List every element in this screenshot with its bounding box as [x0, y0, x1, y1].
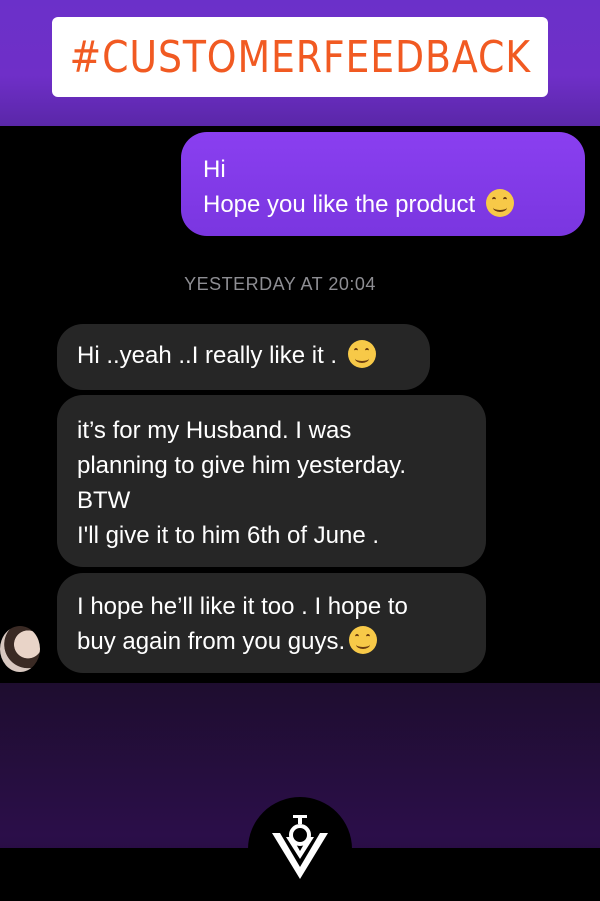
sent-message-line: Hope you like the product: [203, 187, 563, 222]
message-timestamp: YESTERDAY AT 20:04: [184, 274, 376, 294]
received-message-line: I'll give it to him 6th of June .: [77, 522, 380, 549]
hashtag-text: #CUSTOMERFEEDBACK: [69, 31, 531, 83]
hashtag-banner: #CUSTOMERFEEDBACK: [52, 17, 548, 97]
received-message-bubble[interactable]: it’s for my Husband. I was planning to g…: [57, 395, 486, 567]
user-avatar[interactable]: [0, 626, 40, 672]
received-message-line: Hi ..yeah ..I really like it .: [77, 342, 338, 369]
received-message-line: buy again from you guys.: [77, 624, 466, 659]
smiling-face-emoji-icon: [347, 340, 376, 368]
received-message-line: I hope he’ll like it too . I hope to: [77, 593, 408, 620]
brand-logo-icon: [248, 797, 352, 901]
header-band: #CUSTOMERFEEDBACK: [0, 0, 600, 126]
sent-message-line: Hi: [203, 156, 226, 183]
chat-thread: Hi Hope you like the product YESTERDAY A…: [0, 126, 600, 683]
received-message-line: it’s for my Husband. I was: [77, 417, 352, 444]
received-message-bubble[interactable]: I hope he’ll like it too . I hope to buy…: [57, 573, 486, 673]
received-message-line: BTW: [77, 487, 131, 514]
smiling-face-emoji-icon: [485, 189, 514, 217]
smiling-face-emoji-icon: [349, 626, 378, 654]
received-message-bubble[interactable]: Hi ..yeah ..I really like it .: [57, 324, 430, 390]
received-message-line: planning to give him yesterday.: [77, 452, 407, 479]
sent-message-bubble[interactable]: Hi Hope you like the product: [181, 132, 585, 236]
